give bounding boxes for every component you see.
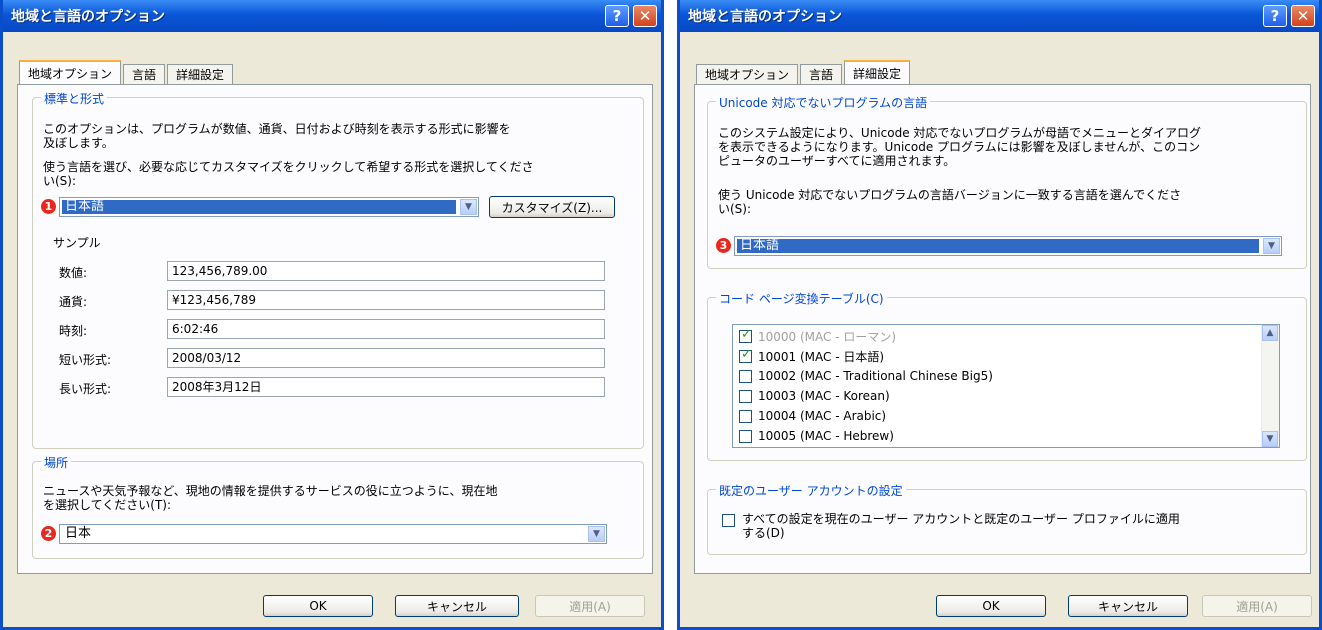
sample-label-short-date: 短い形式: (59, 353, 112, 367)
ok-button[interactable]: OK (263, 595, 373, 617)
tab-regional-options[interactable]: 地域オプション (19, 60, 122, 84)
checkbox[interactable] (739, 409, 752, 423)
apply-all-settings-line1[interactable]: すべての設定を現在のユーザー アカウントと既定のユーザー プロファイルに適用 (742, 512, 1180, 526)
chevron-down-icon[interactable]: ▼ (460, 199, 477, 215)
cancel-button[interactable]: キャンセル (395, 595, 519, 617)
nonunicode-language-value: 日本語 (737, 239, 1259, 253)
sample-value-currency: ¥123,456,789 (167, 290, 605, 310)
callout-badge-2: 2 (41, 526, 56, 541)
nonunicode-description-line2: を表示できるようになります。Unicode プログラムには影響を及ぼしませんが、… (718, 140, 1201, 154)
ok-button[interactable]: OK (936, 595, 1046, 617)
cancel-button[interactable]: キャンセル (1068, 595, 1188, 617)
standards-formats-group: 標準と形式 このオプションは、プログラムが数値、通貨、日付および時刻を表示する形… (32, 90, 644, 449)
chevron-up-icon[interactable]: ▲ (1262, 325, 1278, 341)
standards-description-line2: 及ぼします。 (43, 136, 114, 150)
close-button[interactable]: ✕ (633, 5, 657, 27)
location-label: 場所 (41, 454, 72, 471)
customize-button[interactable]: カスタマイズ(Z)... (489, 196, 615, 218)
default-user-label: 既定のユーザー アカウントの設定 (716, 482, 906, 499)
chevron-down-icon[interactable]: ▼ (1263, 238, 1280, 254)
sample-label-long-date: 長い形式: (59, 382, 112, 396)
window-title: 地域と言語のオプション (688, 9, 842, 25)
apply-button[interactable]: 適用(A) (1202, 595, 1312, 617)
sample-label-currency: 通貨: (59, 295, 88, 309)
location-description-line1: ニュースや天気予報など、現地の情報を提供するサービスの役に立つように、現在地 (43, 484, 498, 498)
checkbox[interactable] (739, 389, 752, 403)
sample-label-number: 数値: (59, 266, 88, 280)
sample-value-time: 6:02:46 (167, 319, 605, 339)
apply-all-settings-line2[interactable]: する(D) (742, 526, 785, 540)
standards-instruction-line2: い(S): (43, 174, 77, 188)
codepage-list[interactable]: 10000 (MAC - ローマン) 10001 (MAC - 日本語) 100… (732, 324, 1280, 448)
nonunicode-instruction-line1: 使う Unicode 対応でないプログラムの言語バージョンに一致する言語を選んで… (718, 188, 1182, 202)
chevron-down-icon[interactable]: ▼ (588, 526, 605, 542)
list-item-label: 10004 (MAC - Arabic) (758, 409, 887, 423)
list-item-label: 10001 (MAC - 日本語) (758, 349, 885, 364)
tab-panel: Unicode 対応でないプログラムの言語 このシステム設定により、Unicod… (694, 84, 1311, 574)
sample-heading: サンプル (53, 236, 101, 250)
standards-instruction-line1: 使う言語を選び、必要な応じてカスタマイズをクリックして希望する形式を選択してくだ… (43, 160, 534, 174)
list-item-label: 10000 (MAC - ローマン) (758, 329, 897, 344)
tab-advanced[interactable]: 詳細設定 (167, 64, 234, 84)
sample-value-short-date: 2008/03/12 (167, 348, 605, 368)
tab-languages[interactable]: 言語 (123, 64, 166, 84)
list-item[interactable]: 10003 (MAC - Korean) (739, 387, 890, 405)
sample-value-number: 123,456,789.00 (167, 261, 605, 281)
help-button[interactable]: ? (1263, 5, 1287, 27)
nonunicode-instruction-line2: い(S): (718, 202, 752, 216)
nonunicode-language-label: Unicode 対応でないプログラムの言語 (716, 94, 931, 111)
checkbox[interactable] (739, 369, 752, 383)
tab-strip: 地域オプション 言語 詳細設定 (19, 60, 235, 84)
tab-regional-options[interactable]: 地域オプション (696, 64, 799, 84)
checkbox[interactable] (739, 347, 752, 363)
default-user-group: 既定のユーザー アカウントの設定 すべての設定を現在のユーザー アカウントと既定… (707, 482, 1307, 555)
apply-button[interactable]: 適用(A) (535, 595, 645, 617)
window-title: 地域と言語のオプション (11, 9, 165, 25)
title-bar: 地域と言語のオプション ? ✕ (3, 0, 661, 32)
list-item[interactable]: 10001 (MAC - 日本語) (739, 347, 884, 365)
callout-badge-1: 1 (41, 199, 56, 214)
sample-value-long-date: 2008年3月12日 (167, 377, 605, 397)
location-group: 場所 ニュースや天気予報など、現地の情報を提供するサービスの役に立つように、現在… (32, 454, 644, 559)
nonunicode-language-select[interactable]: 日本語 ▼ (734, 236, 1282, 256)
tab-languages[interactable]: 言語 (800, 64, 843, 84)
codepage-group: コード ページ変換テーブル(C) 10000 (MAC - ローマン) 1000… (707, 290, 1307, 461)
tab-strip: 地域オプション 言語 詳細設定 (696, 60, 912, 84)
tab-advanced[interactable]: 詳細設定 (844, 60, 911, 84)
regional-options-dialog: 地域と言語のオプション ? ✕ 地域オプション 言語 詳細設定 標準と形式 この… (0, 0, 664, 630)
sample-label-time: 時刻: (59, 324, 88, 338)
list-item[interactable]: 10004 (MAC - Arabic) (739, 407, 886, 425)
location-description-line2: を選択してください(T): (43, 498, 172, 512)
apply-all-settings-checkbox[interactable] (722, 514, 735, 527)
nonunicode-description-line1: このシステム設定により、Unicode 対応でないプログラムが母語でメニューとダ… (718, 126, 1202, 140)
location-select[interactable]: 日本 ▼ (59, 524, 607, 544)
codepage-label: コード ページ変換テーブル(C) (716, 290, 887, 307)
tab-panel: 標準と形式 このオプションは、プログラムが数値、通貨、日付および時刻を表示する形… (17, 84, 653, 574)
nonunicode-description-line3: ピュータのユーザーすべてに適用されます。 (718, 154, 956, 168)
list-item-label: 10005 (MAC - Hebrew) (758, 429, 894, 443)
list-item[interactable]: 10002 (MAC - Traditional Chinese Big5) (739, 367, 993, 385)
close-button[interactable]: ✕ (1291, 5, 1315, 27)
list-item[interactable]: 10005 (MAC - Hebrew) (739, 427, 894, 445)
vertical-scrollbar[interactable]: ▲ ▼ (1261, 325, 1279, 447)
checkbox[interactable] (739, 429, 752, 443)
nonunicode-language-group: Unicode 対応でないプログラムの言語 このシステム設定により、Unicod… (707, 94, 1307, 269)
list-item[interactable]: 10000 (MAC - ローマン) (739, 327, 896, 345)
help-button[interactable]: ? (605, 5, 629, 27)
chevron-down-icon[interactable]: ▼ (1262, 431, 1278, 447)
list-item-label: 10003 (MAC - Korean) (758, 389, 890, 403)
standards-formats-label: 標準と形式 (41, 90, 108, 107)
language-format-select[interactable]: 日本語 ▼ (59, 197, 479, 217)
checkbox[interactable] (739, 327, 752, 343)
location-value: 日本 (65, 526, 92, 541)
standards-description-line1: このオプションは、プログラムが数値、通貨、日付および時刻を表示する形式に影響を (43, 122, 511, 136)
regional-options-dialog-advanced: 地域と言語のオプション ? ✕ 地域オプション 言語 詳細設定 Unicode … (677, 0, 1322, 630)
callout-badge-3: 3 (716, 238, 731, 253)
language-format-value: 日本語 (62, 200, 456, 214)
list-item-label: 10002 (MAC - Traditional Chinese Big5) (758, 369, 993, 383)
title-bar: 地域と言語のオプション ? ✕ (680, 0, 1319, 32)
